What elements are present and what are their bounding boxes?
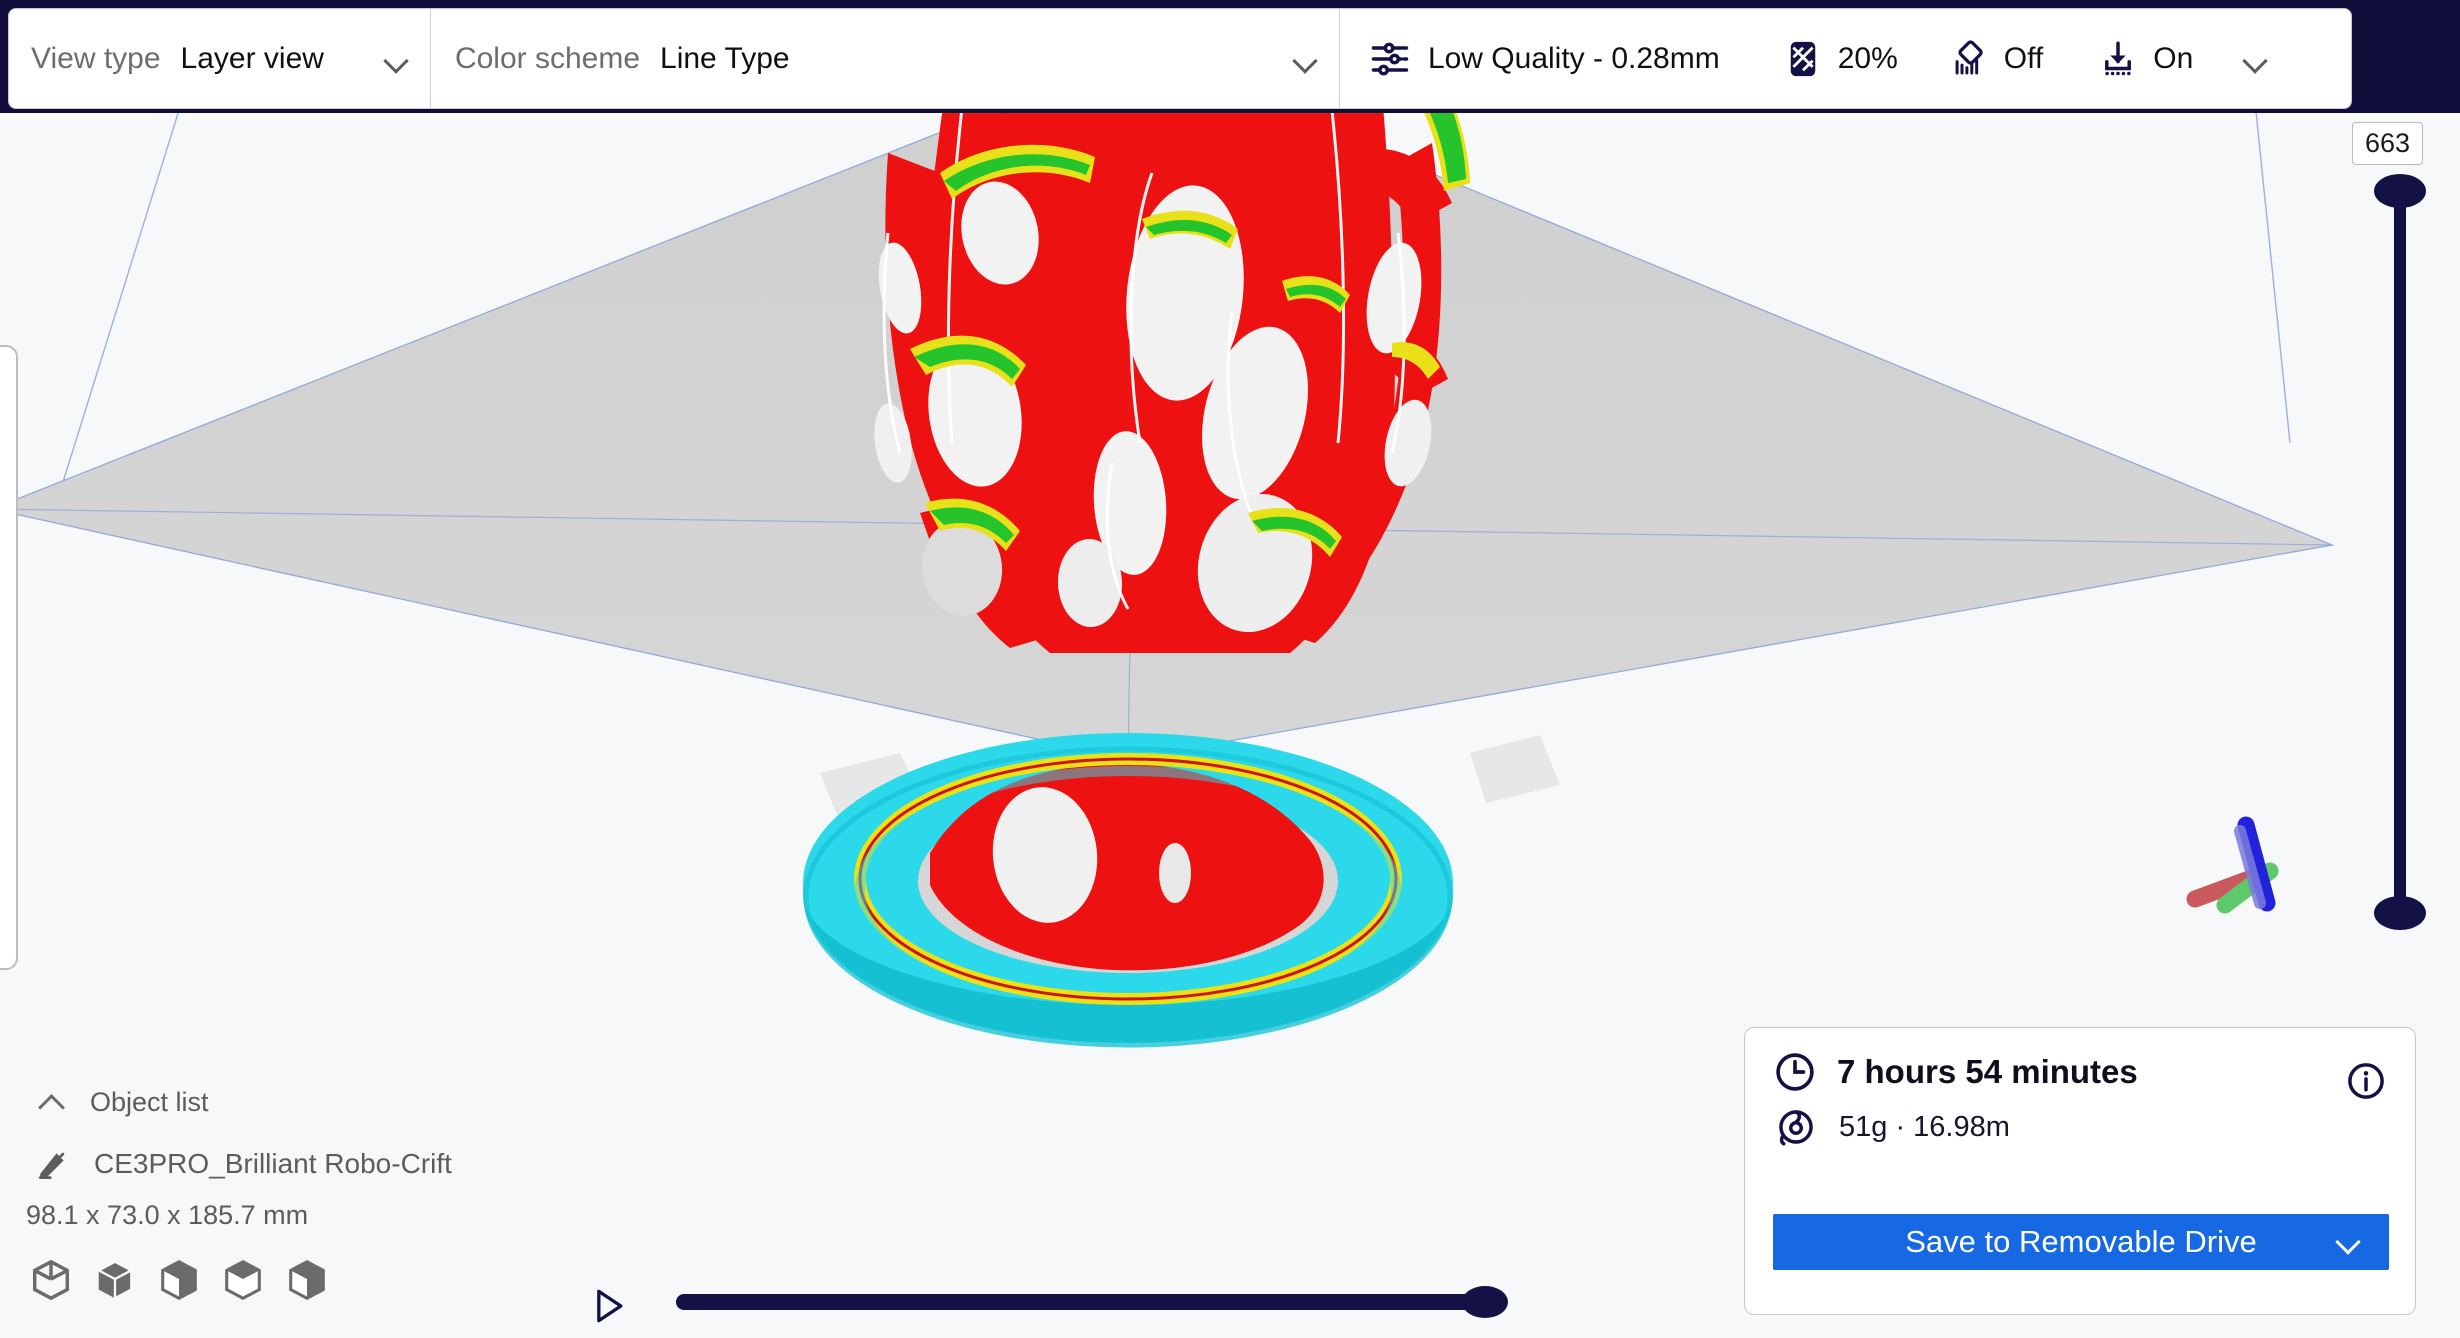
infill-value: 20% — [1838, 42, 1898, 76]
color-scheme-dropdown[interactable]: Color scheme Line Type — [431, 9, 1339, 108]
filament-spool-icon — [1775, 1106, 1817, 1148]
path-slider-handle[interactable] — [1462, 1286, 1508, 1318]
view-type-dropdown[interactable]: View type Layer view — [9, 9, 430, 108]
object-dimensions: 98.1 x 73.0 x 185.7 mm — [0, 1200, 560, 1231]
collapsed-side-panel[interactable] — [0, 345, 18, 970]
info-icon — [2345, 1060, 2387, 1102]
object-list-panel: Object list CE3PRO_Brilliant Robo-Crift … — [0, 1080, 560, 1338]
cube-front-face-icon — [156, 1257, 202, 1303]
layer-number-tooltip: 663 — [2352, 122, 2423, 165]
support-value: Off — [2004, 42, 2043, 76]
layer-slider-upper-handle[interactable] — [2374, 174, 2426, 208]
color-scheme-value: Line Type — [660, 42, 790, 76]
layer-slider[interactable]: 663 — [2358, 128, 2442, 956]
chevron-up-icon — [38, 1092, 68, 1112]
quality-profile-item[interactable]: Low Quality - 0.28mm — [1368, 37, 1720, 81]
infill-item[interactable]: 20% — [1782, 38, 1898, 80]
chevron-down-icon[interactable] — [382, 50, 412, 68]
view-mode-top-button[interactable] — [220, 1257, 266, 1308]
build-plate-adhesion-icon — [2097, 38, 2139, 80]
preview-toolbar: View type Layer view Color scheme Line T… — [8, 8, 2352, 109]
play-icon — [586, 1284, 630, 1328]
axis-indicator — [2195, 825, 2270, 905]
view-mode-side-button[interactable] — [284, 1257, 330, 1308]
object-list-item[interactable]: CE3PRO_Brilliant Robo-Crift — [0, 1140, 560, 1188]
cube-top-face-icon — [220, 1257, 266, 1303]
print-time-row: 7 hours 54 minutes — [1745, 1028, 2415, 1094]
path-slider-track[interactable] — [676, 1294, 1500, 1310]
material-row: 51g · 16.98m — [1745, 1094, 2415, 1148]
view-mode-front-button[interactable] — [156, 1257, 202, 1308]
support-item[interactable]: Off — [1948, 38, 2043, 80]
save-to-removable-drive-button[interactable]: Save to Removable Drive — [1773, 1214, 2389, 1270]
color-scheme-label: Color scheme — [455, 42, 640, 76]
print-info-card: 7 hours 54 minutes 51g · 16.98m Save to … — [1744, 1027, 2416, 1315]
view-mode-buttons — [0, 1257, 560, 1308]
chevron-down-icon[interactable] — [2241, 50, 2271, 68]
cube-side-face-icon — [284, 1257, 330, 1303]
path-playback-bar — [586, 1272, 1506, 1330]
quality-profile-value: Low Quality - 0.28mm — [1428, 42, 1720, 76]
object-name: CE3PRO_Brilliant Robo-Crift — [94, 1148, 452, 1180]
pencil-icon — [36, 1147, 70, 1181]
layer-slider-lower-handle[interactable] — [2374, 896, 2426, 930]
brim-skirt-ring — [803, 733, 1453, 1045]
infill-icon — [1782, 38, 1824, 80]
material-value: 51g · 16.98m — [1839, 1111, 2010, 1144]
sliders-icon — [1368, 37, 1412, 81]
layer-slider-track[interactable] — [2394, 186, 2406, 926]
cube-wireframe-icon — [28, 1257, 74, 1303]
view-mode-xray-button[interactable] — [28, 1257, 74, 1308]
view-mode-solid-button[interactable] — [92, 1257, 138, 1308]
cura-preview-window: View type Layer view Color scheme Line T… — [0, 0, 2460, 1338]
adhesion-value: On — [2153, 42, 2193, 76]
view-type-label: View type — [31, 42, 161, 76]
save-button-label: Save to Removable Drive — [1905, 1224, 2257, 1260]
clock-icon — [1773, 1050, 1817, 1094]
chevron-down-icon[interactable] — [2337, 1233, 2361, 1251]
adhesion-item[interactable]: On — [2097, 38, 2193, 80]
object-list-toggle[interactable]: Object list — [0, 1080, 560, 1124]
play-button[interactable] — [586, 1284, 630, 1333]
print-time-value: 7 hours 54 minutes — [1837, 1053, 2138, 1091]
print-settings-selector[interactable]: Low Quality - 0.28mm 20% — [1340, 9, 2285, 108]
support-icon — [1948, 38, 1990, 80]
view-type-value: Layer view — [181, 42, 324, 76]
cube-solid-icon — [92, 1257, 138, 1303]
chevron-down-icon[interactable] — [1291, 50, 1321, 68]
info-button[interactable] — [2345, 1060, 2387, 1107]
object-list-title: Object list — [90, 1087, 209, 1118]
